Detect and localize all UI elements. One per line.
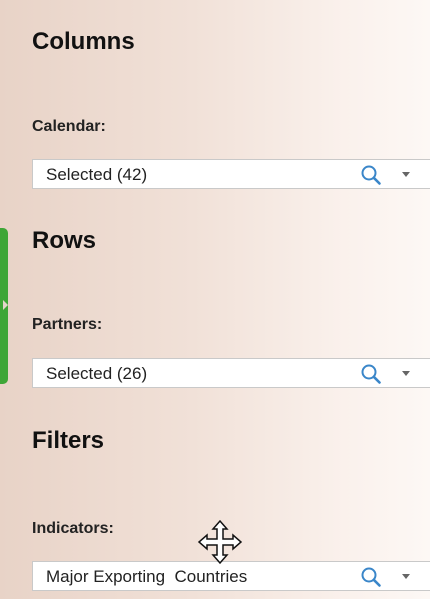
partners-label: Partners: xyxy=(32,316,103,333)
chevron-down-icon[interactable] xyxy=(402,172,410,178)
calendar-selected-value: Selected (42) xyxy=(46,165,148,184)
search-icon[interactable] xyxy=(360,363,382,385)
move-cursor-icon xyxy=(197,519,243,565)
search-icon[interactable] xyxy=(360,164,382,186)
partners-selected-value: Selected (26) xyxy=(46,364,148,383)
search-icon[interactable] xyxy=(360,566,382,588)
columns-heading: Columns xyxy=(32,28,135,55)
chevron-down-icon[interactable] xyxy=(402,574,410,580)
indicators-dropdown[interactable]: Major Exporting Countries xyxy=(32,561,430,591)
indicators-label: Indicators: xyxy=(32,520,114,537)
panel-collapse-handle[interactable] xyxy=(0,228,8,384)
handle-arrow-icon xyxy=(3,300,8,310)
indicators-selected-value: Major Exporting Countries xyxy=(46,567,248,586)
partners-dropdown[interactable]: Selected (26) xyxy=(32,358,430,388)
filters-heading: Filters xyxy=(32,427,105,454)
rows-heading: Rows xyxy=(32,227,97,254)
calendar-dropdown[interactable]: Selected (42) xyxy=(32,159,430,189)
chevron-down-icon[interactable] xyxy=(402,371,410,377)
calendar-label: Calendar: xyxy=(32,118,106,135)
